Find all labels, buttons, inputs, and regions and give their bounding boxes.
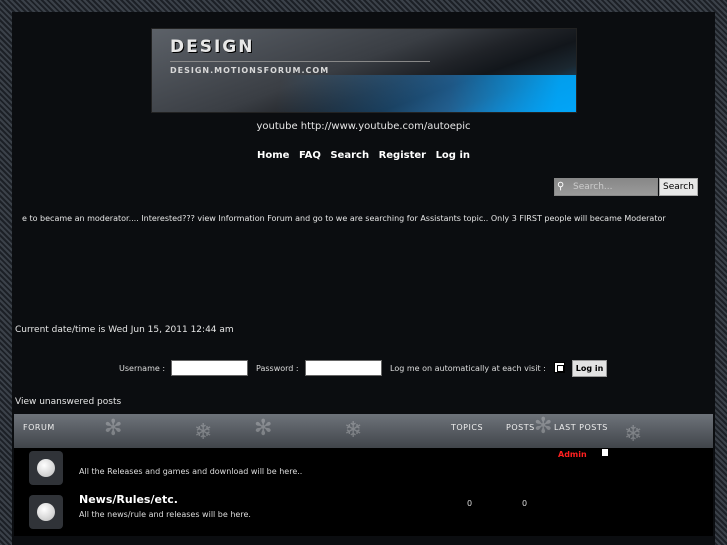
logo-title: DESIGN [170,37,255,57]
nav-faq[interactable]: FAQ [299,150,321,161]
header-posts: POSTS [506,423,535,432]
nav-search[interactable]: Search [330,150,369,161]
header-last-posts: LAST POSTS [554,423,608,432]
forum-row[interactable]: News/Rules/etc. All the news/rule and re… [14,492,713,536]
forum-status-icon [29,451,63,485]
logo-divider [170,61,430,62]
login-bar: Username : Password : Log me on automati… [0,360,727,378]
snowflake-icon: ❄ [194,420,213,445]
current-datetime: Current date/time is Wed Jun 15, 2011 12… [15,325,234,335]
snowflake-icon: ❄ [344,418,363,443]
search-button[interactable]: Search [659,178,698,196]
snowflake-icon: ❄ [624,422,643,447]
forum-table: ✻ ❄ ✻ ❄ ✻ ❄ FORUM TOPICS POSTS LAST POST… [14,414,713,536]
header-topics: TOPICS [451,423,484,432]
snowflake-icon: ✻ [254,416,273,441]
nav-home[interactable]: Home [257,150,289,161]
announcement-marquee: e to became an moderator.... Interested?… [22,214,666,223]
nav-register[interactable]: Register [379,150,427,161]
login-button[interactable]: Log in [572,360,607,377]
search-icon: ⚲ [557,181,565,192]
username-label: Username : [119,364,166,373]
auto-login-checkbox[interactable] [554,362,565,373]
password-input[interactable] [305,360,382,376]
snowflake-icon: ✻ [104,416,123,441]
auto-login-label: Log me on automatically at each visit : [390,364,546,373]
logo-subtitle: DESIGN.MOTIONSFORUM.COM [170,66,330,75]
snowflake-icon: ✻ [534,414,553,439]
forum-row[interactable]: All the Releases and games and download … [14,448,713,492]
forum-status-icon [29,495,63,529]
username-input[interactable] [171,360,248,376]
forum-title[interactable]: News/Rules/etc. [79,493,178,506]
last-post-icon[interactable] [602,449,608,456]
forum-topics-count: 0 [467,499,473,508]
forum-description: All the news/rule and releases will be h… [79,510,251,519]
search-box: Search... ⚲ Search [554,178,698,198]
last-post-author[interactable]: Admin [558,450,587,459]
forum-posts-count: 0 [522,499,528,508]
header-forum: FORUM [23,423,55,432]
site-banner[interactable]: DESIGN DESIGN.MOTIONSFORUM.COM [151,28,577,113]
nav-login[interactable]: Log in [436,150,470,161]
search-input[interactable]: Search... [554,178,658,196]
password-label: Password : [256,364,299,373]
site-description: youtube http://www.youtube.com/autoepic [256,121,471,132]
main-nav: Home FAQ Search Register Log in [0,150,727,161]
banner-shine [152,75,576,112]
forum-description: All the Releases and games and download … [79,467,303,476]
view-unanswered-link[interactable]: View unanswered posts [15,397,121,407]
